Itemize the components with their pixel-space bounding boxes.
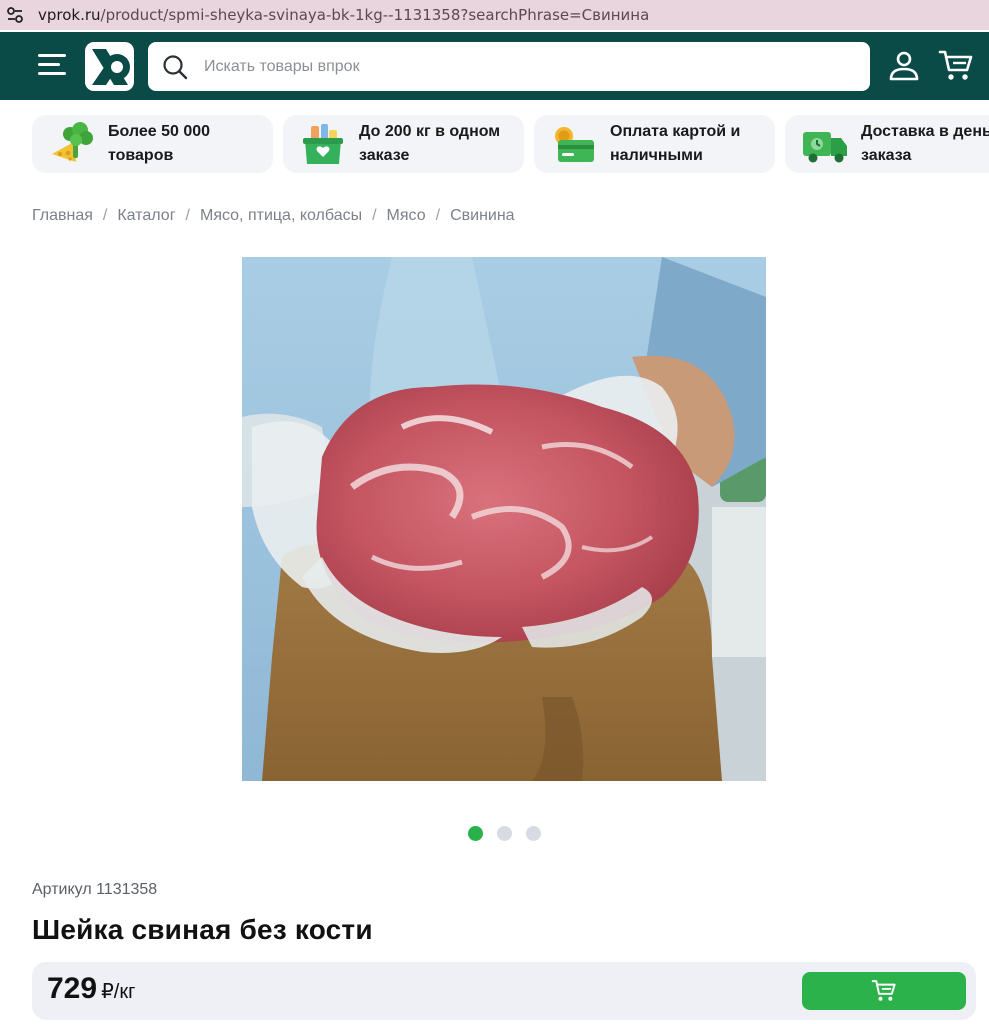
breadcrumb-meat-poultry[interactable]: Мясо, птица, колбасы <box>200 207 362 225</box>
feature-card-payment: Оплата картой и наличными <box>534 115 775 173</box>
menu-icon[interactable] <box>38 54 68 76</box>
breadcrumb-pork[interactable]: Свинина <box>450 207 515 225</box>
user-icon[interactable] <box>888 50 920 82</box>
article-number: Артикул 1131358 <box>32 881 158 898</box>
feature-card-weight: До 200 кг в одном заказе <box>283 115 524 173</box>
carousel-dot-3[interactable] <box>526 826 541 841</box>
add-to-cart-button[interactable] <box>802 972 966 1010</box>
feature-text: Оплата картой и наличными <box>610 123 741 164</box>
cart-icon <box>871 980 896 1001</box>
breadcrumb-catalog[interactable]: Каталог <box>117 207 175 225</box>
image-carousel-dots <box>468 826 541 841</box>
breadcrumb-meat[interactable]: Мясо <box>387 207 426 225</box>
payment-card-icon <box>555 127 594 162</box>
breadcrumb-home[interactable]: Главная <box>32 207 93 225</box>
price-bar: 729 ₽/кг <box>32 962 976 1020</box>
url-path: /product/spmi-sheyka-svinaya-bk-1kg--113… <box>100 6 650 24</box>
product-price: 729 ₽/кг <box>47 972 135 1006</box>
cart-icon[interactable] <box>938 49 974 83</box>
product-title: Шейка свиная без кости <box>32 914 373 945</box>
broccoli-cheese-icon <box>52 122 93 162</box>
feature-card-delivery: Доставка в день заказа <box>785 115 989 173</box>
url-host: vprok.ru <box>38 6 101 24</box>
price-value: 729 <box>47 972 98 1005</box>
grocery-box-icon <box>303 124 343 164</box>
product-photo <box>242 257 766 781</box>
feature-cards: Более 50 000 товаров До 200 кг в одном з… <box>32 115 989 173</box>
feature-text: Более 50 000 товаров <box>108 123 211 164</box>
breadcrumb: Главная / Каталог / Мясо, птица, колбасы… <box>32 207 515 225</box>
search-input[interactable] <box>204 57 824 76</box>
feature-text: Доставка в день заказа <box>861 123 989 164</box>
delivery-truck-icon <box>803 132 847 163</box>
feature-card-assortment: Более 50 000 товаров <box>32 115 273 173</box>
search-box[interactable] <box>148 42 870 91</box>
url-text[interactable]: vprok.ru/product/spmi-sheyka-svinaya-bk-… <box>38 6 649 24</box>
site-logo[interactable] <box>85 42 134 91</box>
carousel-dot-1[interactable] <box>468 826 483 841</box>
feature-text: До 200 кг в одном заказе <box>359 123 501 164</box>
product-image[interactable] <box>242 257 766 781</box>
carousel-dot-2[interactable] <box>497 826 512 841</box>
site-header <box>0 32 989 100</box>
logo-icon <box>91 48 130 85</box>
site-settings-icon[interactable] <box>2 0 28 30</box>
price-unit: ₽/кг <box>101 981 136 1003</box>
browser-url-bar[interactable]: vprok.ru/product/spmi-sheyka-svinaya-bk-… <box>0 0 989 30</box>
search-icon[interactable] <box>162 54 188 80</box>
